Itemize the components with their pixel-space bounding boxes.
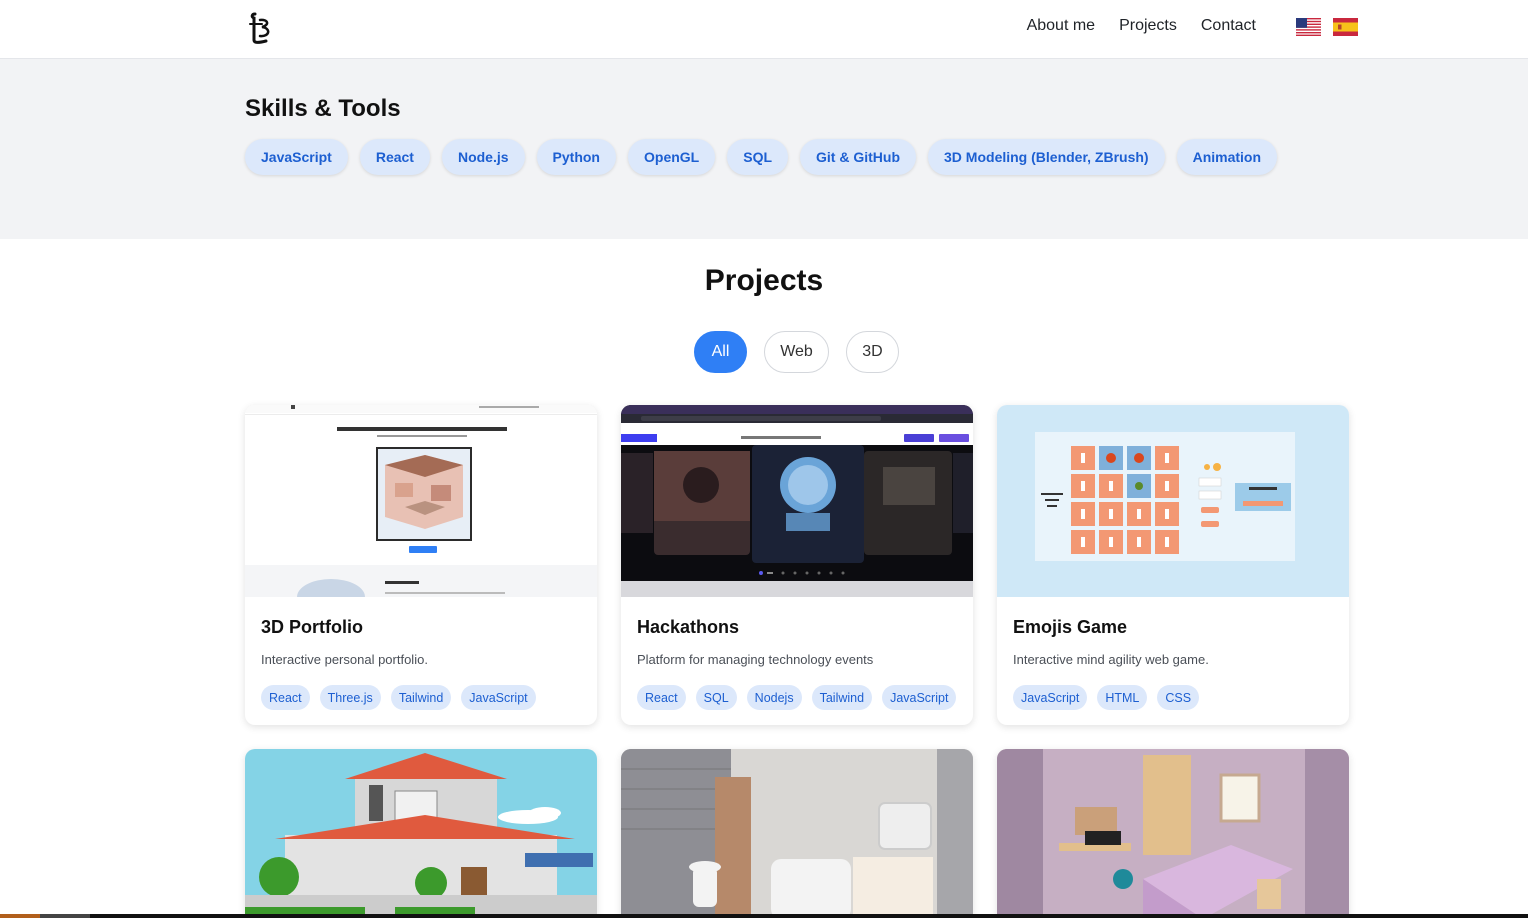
skill-chip: OpenGL [628, 139, 716, 175]
nav-links: About me Projects Contact [1027, 17, 1256, 35]
project-tags: JavaScript HTML CSS [1013, 685, 1200, 710]
project-card-3d-portfolio[interactable]: 3D Portfolio Interactive personal portfo… [245, 405, 597, 725]
tech-tag: Tailwind [811, 685, 873, 710]
project-thumbnail [621, 749, 973, 918]
nav-link-projects[interactable]: Projects [1119, 17, 1177, 35]
us-flag-icon[interactable] [1296, 18, 1321, 36]
tech-tag: React [637, 685, 686, 710]
project-card-house[interactable] [245, 749, 597, 918]
tech-tag: Three.js [319, 685, 381, 710]
filter-all-button[interactable]: All [694, 331, 747, 373]
skill-chip: React [359, 139, 430, 175]
project-title: Hackathons [637, 617, 740, 637]
project-tags: React Three.js Tailwind JavaScript [261, 685, 536, 710]
project-thumbnail [245, 749, 597, 918]
tech-tag: JavaScript [882, 685, 957, 710]
skills-section: Skills & Tools JavaScript React Node.js … [0, 59, 1528, 239]
project-thumbnail [245, 405, 597, 597]
skill-chip: Animation [1176, 139, 1278, 175]
project-description: Platform for managing technology events [637, 652, 874, 667]
project-card-emojis-game[interactable]: Emojis Game Interactive mind agility web… [997, 405, 1349, 725]
project-thumbnail [997, 749, 1349, 918]
tech-tag: React [261, 685, 310, 710]
tech-tag: CSS [1157, 685, 1200, 710]
filter-web-button[interactable]: Web [764, 331, 829, 373]
skill-chip: Node.js [441, 139, 525, 175]
tech-tag: JavaScript [1013, 685, 1088, 710]
tech-tag: JavaScript [461, 685, 536, 710]
skill-chip: JavaScript [245, 139, 348, 175]
project-filters: All Web 3D [694, 331, 899, 373]
project-thumbnail [621, 405, 973, 597]
project-title: 3D Portfolio [261, 617, 363, 637]
skill-chip: Python [536, 139, 616, 175]
project-thumbnail [997, 405, 1349, 597]
nav-link-about[interactable]: About me [1027, 17, 1095, 35]
tech-tag: SQL [695, 685, 737, 710]
skill-chip: SQL [727, 139, 789, 175]
top-navbar: About me Projects Contact [0, 0, 1528, 59]
tech-tag: HTML [1097, 685, 1148, 710]
skill-chip: Git & GitHub [800, 139, 917, 175]
skill-chip: 3D Modeling (Blender, ZBrush) [928, 139, 1165, 175]
taskbar-strip [0, 914, 1528, 918]
projects-title: Projects [704, 264, 824, 297]
tech-tag: Tailwind [390, 685, 452, 710]
es-flag-icon[interactable] [1333, 18, 1358, 36]
project-card-bathroom[interactable] [621, 749, 973, 918]
project-tags: React SQL Nodejs Tailwind JavaScript [637, 685, 957, 710]
logo-icon[interactable] [246, 10, 276, 46]
project-title: Emojis Game [1013, 617, 1128, 637]
project-card-hackathons[interactable]: Hackathons Platform for managing technol… [621, 405, 973, 725]
language-switcher [1296, 18, 1358, 36]
filter-3d-button[interactable]: 3D [846, 331, 899, 373]
project-description: Interactive mind agility web game. [1013, 652, 1209, 667]
skills-title: Skills & Tools [245, 95, 401, 122]
project-description: Interactive personal portfolio. [261, 652, 428, 667]
nav-link-contact[interactable]: Contact [1201, 17, 1256, 35]
skill-chip-list: JavaScript React Node.js Python OpenGL S… [245, 139, 1278, 175]
tech-tag: Nodejs [746, 685, 802, 710]
project-card-bedroom[interactable] [997, 749, 1349, 918]
